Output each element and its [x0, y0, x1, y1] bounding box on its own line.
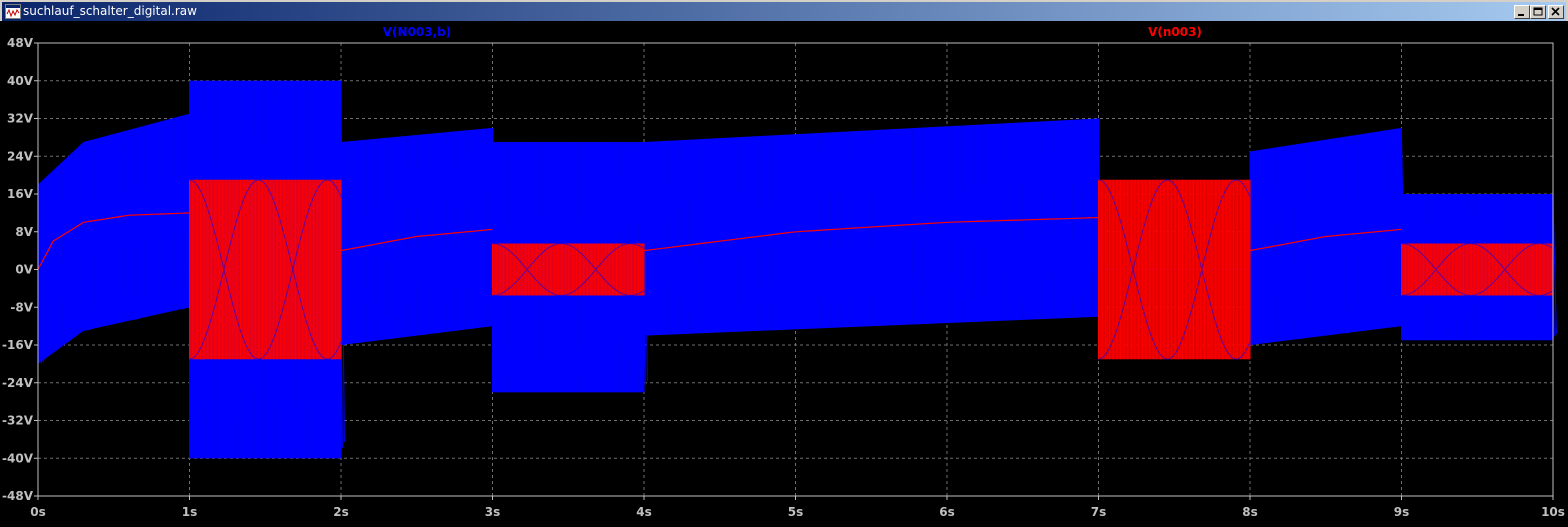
- x-tick-label: 2s: [333, 505, 349, 519]
- y-tick-label: 48V: [7, 36, 34, 50]
- y-tick-label: 24V: [7, 149, 34, 163]
- legend-item-2[interactable]: V(n003): [1148, 25, 1202, 39]
- legend-item-1[interactable]: V(N003,b): [383, 25, 452, 39]
- minimize-button[interactable]: [1514, 5, 1530, 19]
- x-tick-label: 9s: [1394, 505, 1410, 519]
- y-tick-label: 8V: [15, 225, 33, 239]
- y-tick-label: -24V: [2, 376, 34, 390]
- title-bar[interactable]: suchlauf_schalter_digital.raw: [2, 2, 1566, 21]
- y-tick-label: 0V: [15, 263, 33, 277]
- y-tick-label: 32V: [7, 112, 34, 126]
- waveform-plot[interactable]: 0s 1s 2s 3s 4s 5s 6s 7s 8s 9s 10s 48V 40V 32V 24V 16V 8V…: [0, 21, 1568, 527]
- x-tick-label: 5s: [788, 505, 804, 519]
- x-tick-label: 8s: [1242, 505, 1258, 519]
- x-tick-label: 3s: [485, 505, 501, 519]
- window-title: suchlauf_schalter_digital.raw: [23, 4, 197, 18]
- minimize-icon: [1518, 14, 1524, 16]
- maximize-icon: [1533, 7, 1543, 16]
- maximize-button[interactable]: [1530, 5, 1546, 19]
- x-tick-label: 4s: [636, 505, 652, 519]
- y-tick-label: -16V: [2, 338, 34, 352]
- x-tick-label: 1s: [182, 505, 198, 519]
- y-tick-label: -32V: [2, 414, 34, 428]
- close-icon: [1551, 7, 1560, 16]
- y-tick-label: -48V: [2, 489, 34, 503]
- x-tick-label: 0s: [30, 505, 46, 519]
- plot-window: suchlauf_schalter_digital.raw 0s 1s 2s 3s 4s…: [0, 0, 1568, 527]
- x-tick-label: 6s: [939, 505, 955, 519]
- waveform-app-icon: [5, 4, 21, 19]
- close-button[interactable]: [1548, 5, 1564, 19]
- y-tick-label: -8V: [10, 300, 33, 314]
- y-tick-label: 40V: [7, 74, 34, 88]
- y-tick-label: -40V: [2, 451, 34, 465]
- x-tick-label: 7s: [1091, 505, 1107, 519]
- y-tick-label: 16V: [7, 187, 34, 201]
- x-tick-label: 10s: [1541, 505, 1565, 519]
